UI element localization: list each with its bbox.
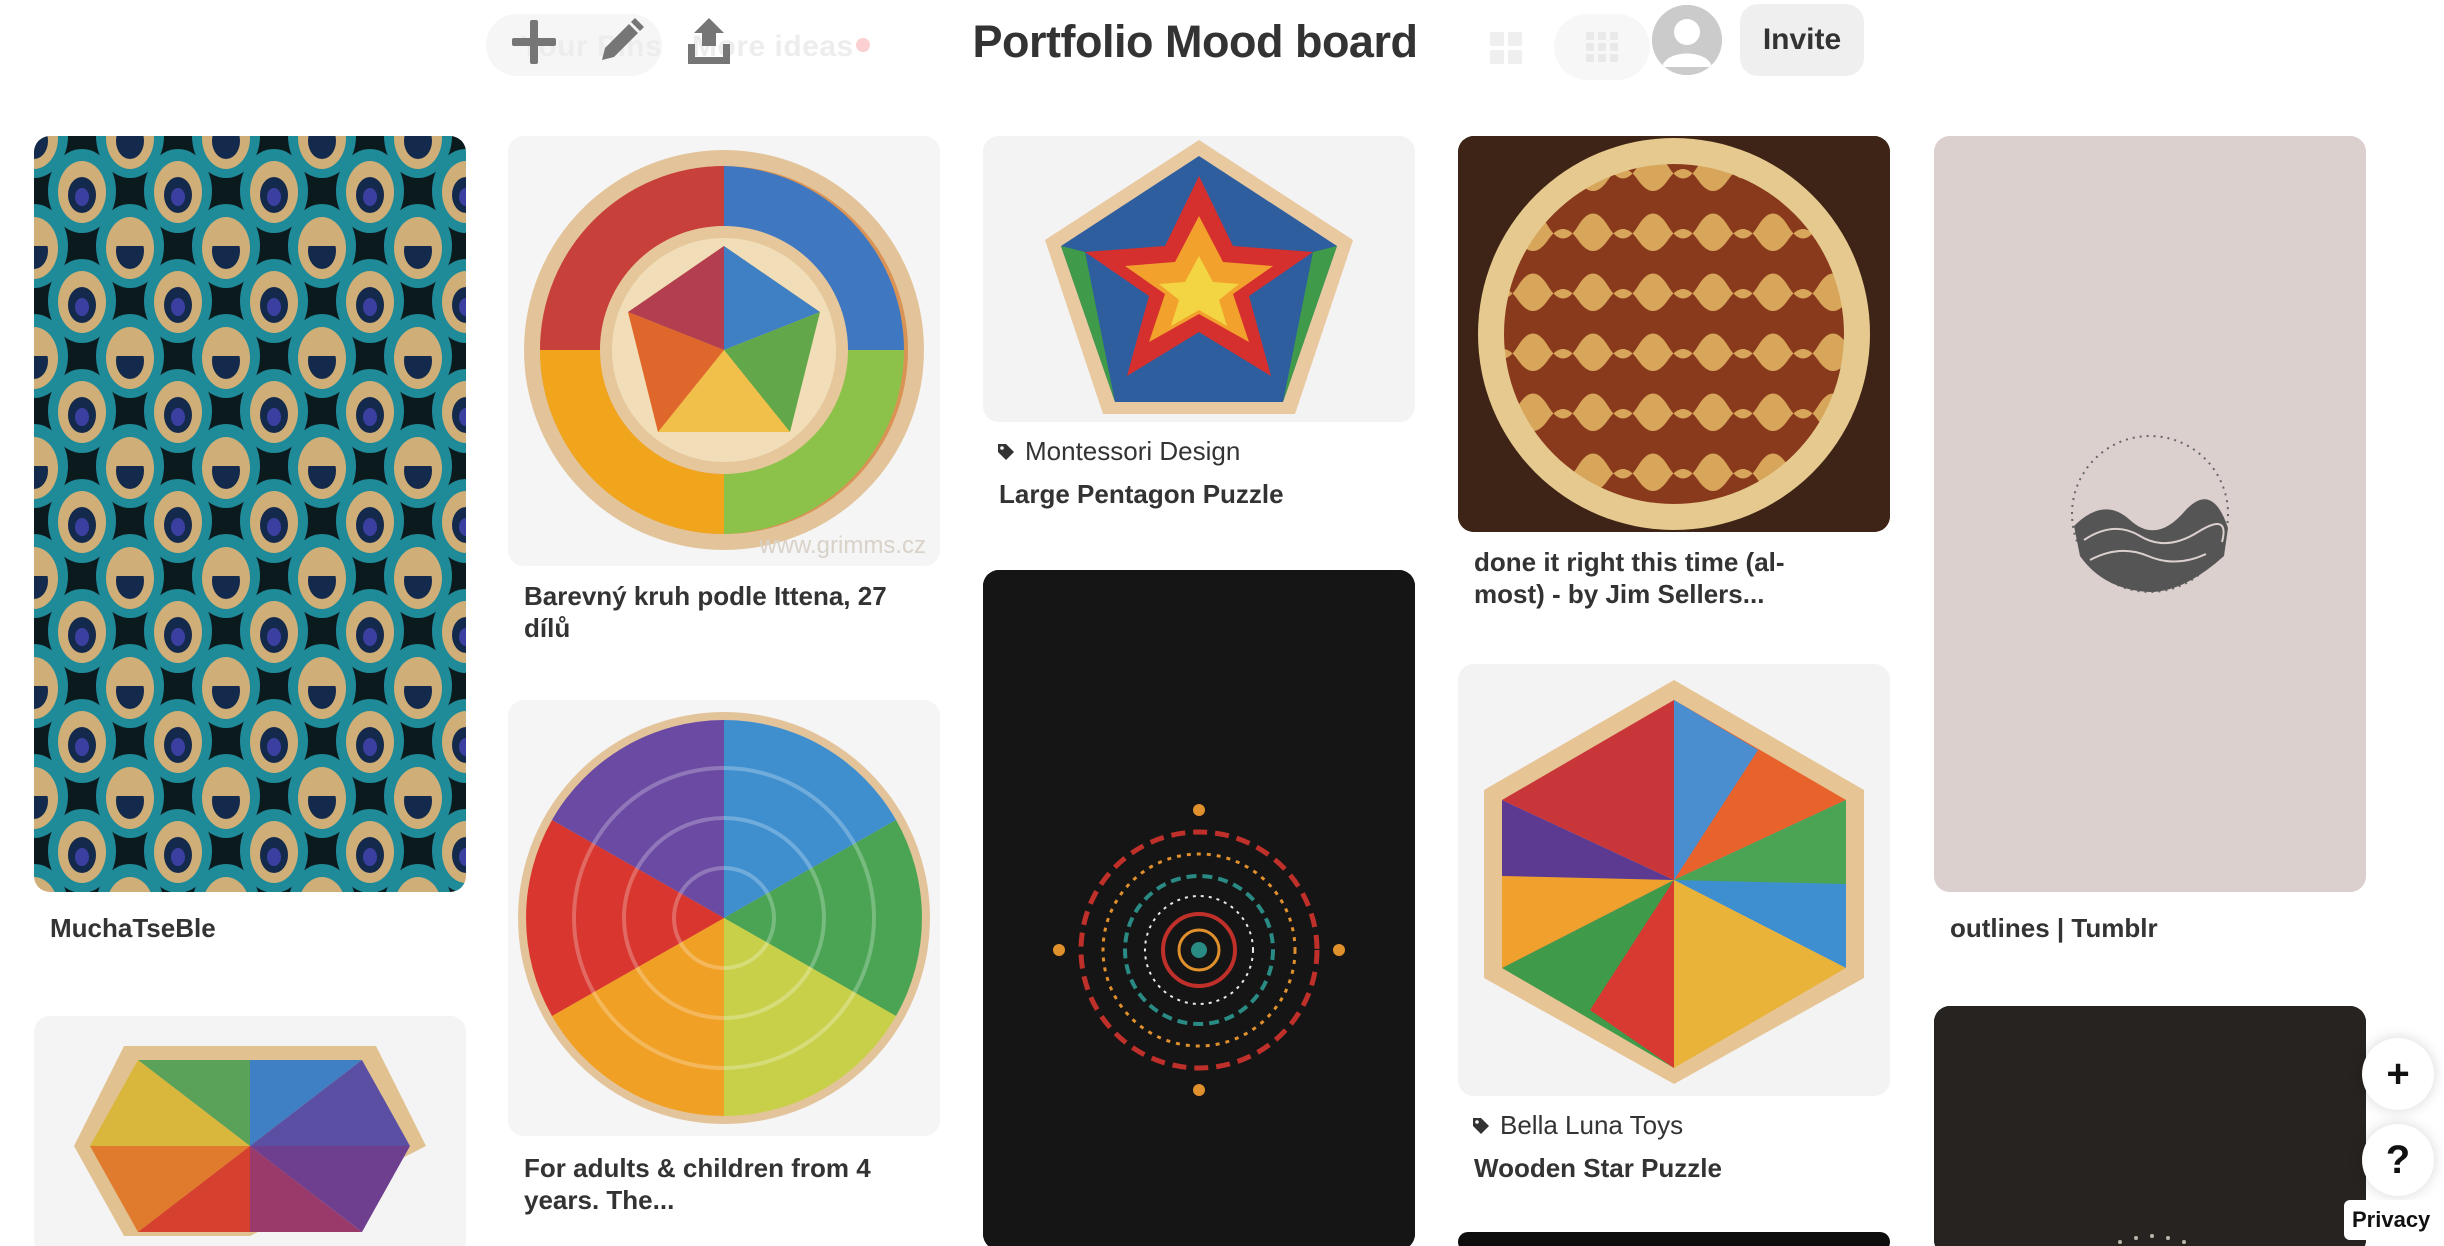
pin-title: done it right this time (al- most) - by … — [1474, 547, 1785, 609]
pin-image-wood-table[interactable] — [1458, 136, 1890, 532]
pin-image-rainbow-spiral[interactable] — [508, 700, 940, 1136]
privacy-link[interactable]: Privacy — [2344, 1200, 2439, 1240]
pencil-icon[interactable] — [598, 18, 644, 64]
grid-view-icon[interactable] — [1490, 32, 1522, 64]
tag-icon — [998, 443, 1014, 460]
pin-title: Wooden Star Puzzle — [1474, 1153, 1722, 1183]
watermark: www.grimms.cz — [759, 532, 926, 559]
pin-image-dark-partial[interactable] — [1458, 1232, 1890, 1246]
user-avatar-icon[interactable] — [1652, 5, 1722, 75]
pin-image-dark-card[interactable] — [1934, 1006, 2366, 1246]
pin-title: outlines | Tumblr — [1950, 913, 2158, 943]
pin-title: MuchaTseBle — [50, 913, 216, 943]
compact-grid-icon — [1586, 32, 1618, 62]
compact-view-toggle[interactable] — [1554, 14, 1650, 80]
pin-title: For adults & children from 4 years. The.… — [524, 1153, 871, 1215]
help-button[interactable]: ? — [2362, 1124, 2434, 1196]
pin-source-label: Montessori Design — [1025, 436, 1241, 466]
pin-source[interactable]: Bella Luna Toys — [1472, 1110, 1683, 1141]
plus-icon[interactable] — [510, 18, 558, 66]
pin-image-outlines[interactable] — [1934, 136, 2366, 892]
notification-dot — [856, 38, 870, 52]
tag-icon — [1473, 1117, 1489, 1134]
pin-title: Barevný kruh podle Ittena, 27 dílů — [524, 581, 887, 643]
invite-button[interactable]: Invite — [1740, 4, 1864, 76]
pin-title: Large Pentagon Puzzle — [999, 479, 1284, 509]
pin-image-peacock[interactable] — [34, 136, 466, 892]
pin-image-pentagon-puzzle[interactable] — [983, 136, 1415, 422]
add-pin-button[interactable]: + — [2362, 1038, 2434, 1110]
board-header: Your Pins More ideas Portfolio Mood boar… — [0, 0, 2444, 90]
board-title: Portfolio Mood board — [972, 16, 1418, 67]
pin-image-hexagon-rainbow[interactable] — [34, 1016, 466, 1246]
pin-source-label: Bella Luna Toys — [1500, 1110, 1684, 1140]
pin-source[interactable]: Montessori Design — [997, 436, 1240, 467]
pin-image-color-circle[interactable]: www.grimms.cz — [508, 136, 940, 566]
pin-image-mandala[interactable] — [983, 570, 1415, 1246]
pin-image-star-puzzle[interactable] — [1458, 664, 1890, 1096]
share-upload-icon[interactable] — [686, 16, 732, 66]
